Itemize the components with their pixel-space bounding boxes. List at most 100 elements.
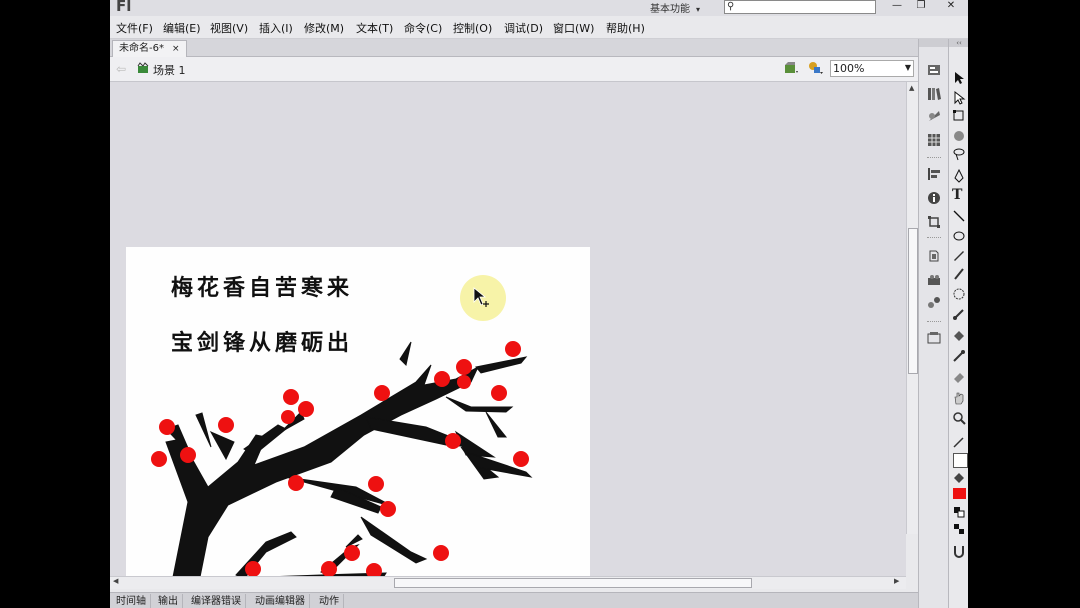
back-arrow-icon[interactable]: ⇦ [116,62,126,76]
properties-icon[interactable] [927,63,941,77]
eyedropper-tool-icon[interactable] [952,349,966,363]
tools-panel: ‹‹ T [948,39,968,608]
deco-tool-icon[interactable] [952,287,966,301]
pen-tool-icon[interactable] [952,169,966,183]
menu-window[interactable]: 窗口(W) [553,20,594,36]
help-search-input[interactable] [739,1,873,13]
hand-tool-icon[interactable] [952,391,966,405]
lasso-tool-icon[interactable] [952,147,966,161]
chevron-down-icon: ▾ [696,5,701,14]
vertical-scroll-thumb[interactable] [908,228,918,374]
scroll-left-arrow-icon[interactable]: ◀ [113,577,118,585]
close-tab-icon[interactable]: × [172,44,180,54]
info-icon[interactable] [927,191,941,205]
help-search-box[interactable]: ⚲ [724,0,876,14]
fill-bucket-icon[interactable] [952,471,966,485]
paint-bucket-tool-icon[interactable] [952,329,966,343]
blossom [283,389,299,405]
menu-text[interactable]: 文本(T) [356,20,393,36]
blossom [434,371,450,387]
blossom [457,375,471,389]
subselection-tool-icon[interactable] [952,91,966,105]
document-tab[interactable]: 未命名-6* × [112,40,187,57]
line-tool-icon[interactable] [952,209,966,223]
plum-blossom-illustration[interactable] [126,337,590,576]
menu-command[interactable]: 命令(C) [404,20,442,36]
motion-presets-icon[interactable] [927,273,941,287]
project-icon[interactable] [927,331,941,345]
pencil-tool-icon[interactable] [952,248,966,262]
zoom-select[interactable]: 100% ▼ [830,60,914,77]
menu-debug[interactable]: 调试(D) [504,20,543,36]
tab-compiler-errors[interactable]: 编译器错误 [187,594,246,608]
text-tool-icon[interactable]: T [952,188,966,202]
tab-actions[interactable]: 动作 [315,594,344,608]
menu-control[interactable]: 控制(O) [453,20,492,36]
align-icon[interactable] [927,167,941,181]
menu-help[interactable]: 帮助(H) [606,20,645,36]
menu-insert[interactable]: 插入(I) [259,20,293,36]
tools-grip[interactable]: ‹‹ [949,39,968,47]
eraser-tool-icon[interactable] [952,369,966,383]
zoom-tool-icon[interactable] [952,411,966,425]
blossom [344,545,360,561]
transform-icon[interactable] [927,215,941,229]
search-icon: ⚲ [727,1,735,12]
workspace-label: 基本功能 [650,4,690,15]
title-bar: Fl 基本功能 ▾ ⚲ — ❐ ✕ [110,0,968,16]
minimize-button[interactable]: — [886,0,908,12]
edit-symbol-icon[interactable] [807,61,823,75]
menu-view[interactable]: 视图(V) [210,20,248,36]
menu-modify[interactable]: 修改(M) [304,20,344,36]
stage[interactable]: 梅花香自苦寒来 宝剑锋从磨砺出 [126,247,590,576]
bone-tool-icon[interactable] [952,307,966,321]
edit-scene-icon[interactable] [784,62,798,74]
poem-line-1[interactable]: 梅花香自苦寒来 [171,270,353,302]
selection-tool-icon[interactable] [952,71,966,85]
blossom [374,385,390,401]
stroke-pencil-icon[interactable] [952,435,966,449]
menu-file[interactable]: 文件(F) [116,20,153,36]
horizontal-scrollbar[interactable]: ◀ ▶ [110,576,906,589]
restore-button[interactable]: ❐ [910,0,932,12]
blossom [505,341,521,357]
scroll-right-arrow-icon[interactable]: ▶ [894,577,899,585]
panel-separator [927,321,941,324]
free-transform-tool-icon[interactable] [952,109,966,123]
stroke-color-icon[interactable] [953,453,968,468]
blossom [491,385,507,401]
blossom [380,501,396,517]
pasteboard[interactable]: 梅花香自苦寒来 宝剑锋从磨砺出 [110,82,906,576]
edit-bar: ⇦ 场景 1 100% ▼ [110,57,918,82]
brush-tool-icon[interactable] [952,267,966,281]
blossom [445,433,461,449]
fill-color-icon[interactable] [953,488,966,499]
snap-to-objects-icon[interactable] [952,544,966,558]
blossom [433,545,449,561]
workspace-switcher[interactable]: 基本功能 ▾ [650,0,700,15]
swap-colors-icon[interactable] [952,522,966,536]
blossom [298,401,314,417]
library-icon[interactable] [927,87,941,101]
code-snippets-icon[interactable] [927,295,941,309]
horizontal-scroll-thumb[interactable] [394,578,752,588]
collapsed-panel-column [918,39,949,608]
color-icon[interactable] [927,109,941,123]
scroll-up-arrow-icon[interactable]: ▲ [909,84,914,92]
tab-output[interactable]: 输出 [154,594,183,608]
blossom [159,419,175,435]
black-white-icon[interactable] [952,505,966,519]
tab-timeline[interactable]: 时间轴 [112,594,151,608]
blossom [281,410,295,424]
components-icon[interactable] [927,249,941,263]
3d-rotation-tool-icon[interactable] [952,129,966,143]
blossom [218,417,234,433]
swatches-icon[interactable] [927,133,941,147]
panel-grip[interactable] [919,39,949,47]
rectangle-tool-icon[interactable] [952,229,966,243]
menu-edit[interactable]: 编辑(E) [163,20,201,36]
close-button[interactable]: ✕ [940,0,962,12]
tab-motion-editor[interactable]: 动画编辑器 [251,594,310,608]
scene-label: 场景 1 [153,64,186,77]
scene-icon [137,62,149,73]
